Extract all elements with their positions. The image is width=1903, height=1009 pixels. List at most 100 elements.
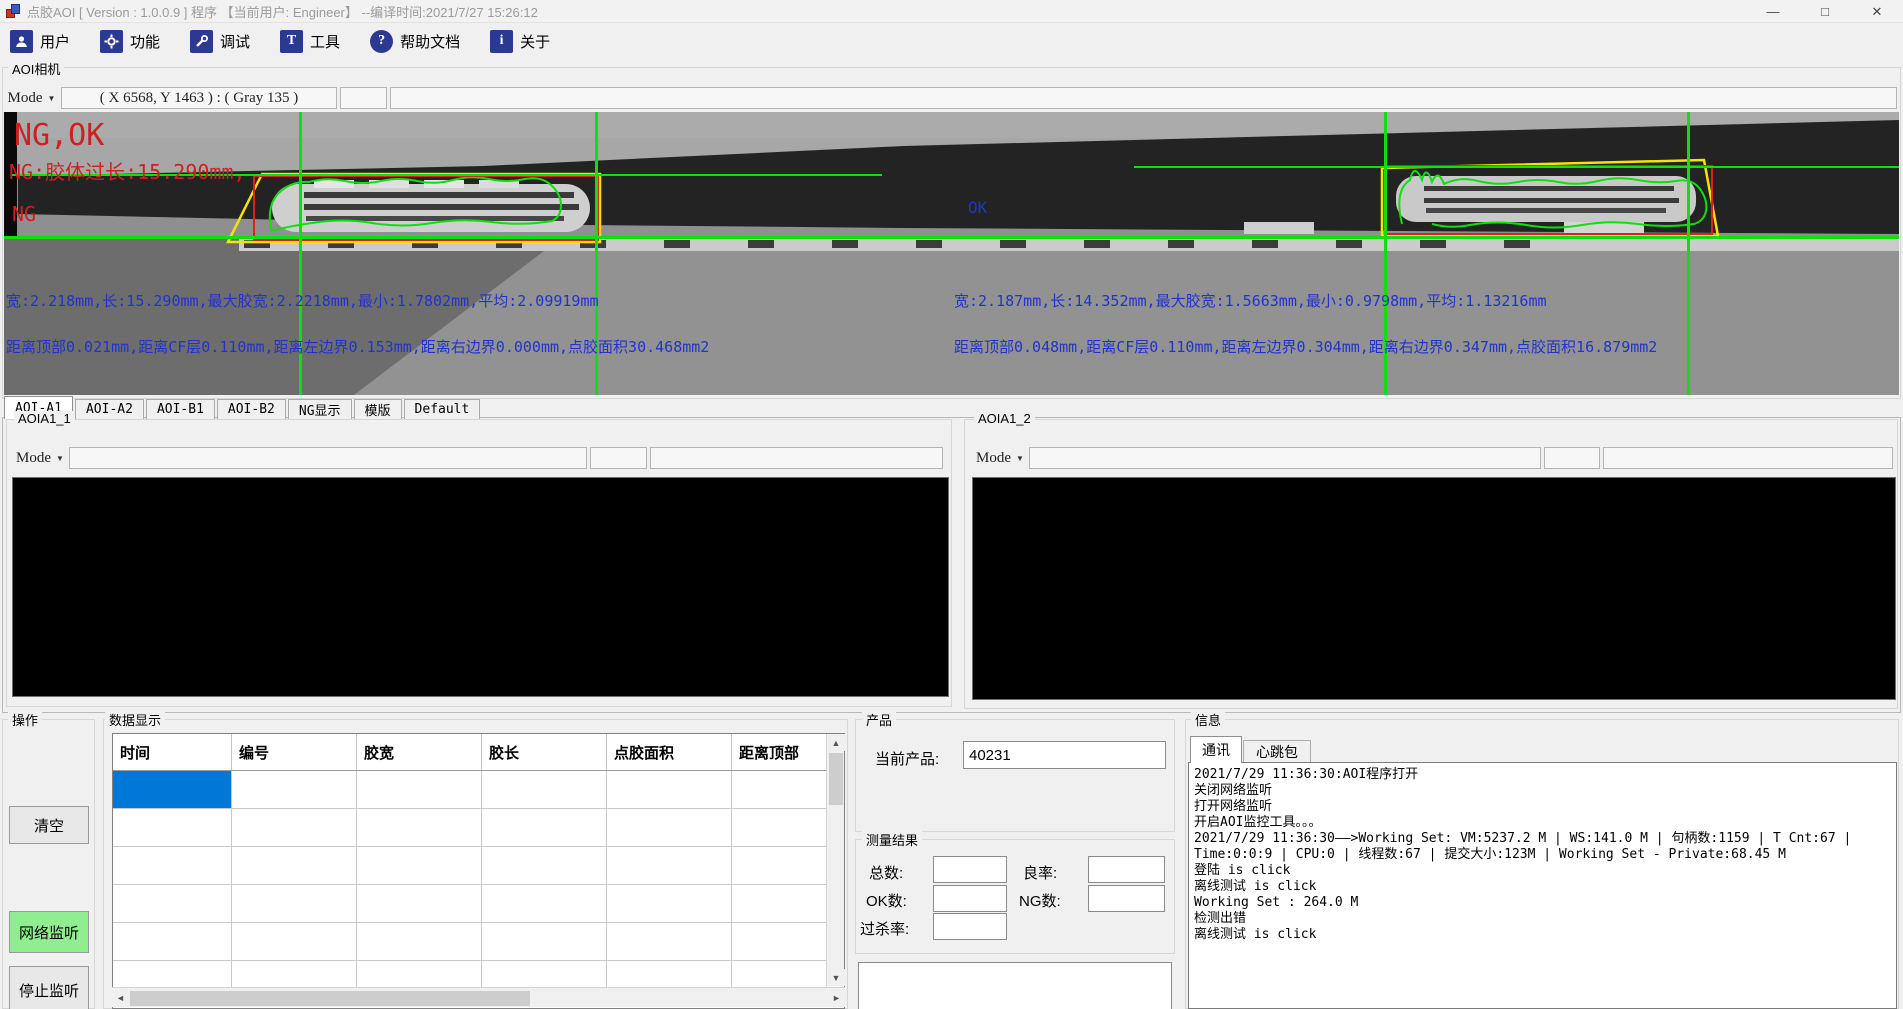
toolbar-about-button[interactable]: i 关于 [490,30,550,53]
scroll-right-icon[interactable]: ► [828,989,845,1007]
table-vertical-scrollbar[interactable]: ▲ ▼ [826,734,844,986]
scrollbar-thumb[interactable] [130,991,530,1006]
table-row[interactable] [113,771,844,809]
chevron-down-icon: ▼ [1016,454,1024,463]
table-row[interactable] [113,923,844,961]
data-group-label: 数据显示 [105,710,165,729]
ok-count-label: OK数: [866,890,907,911]
log-line: 2021/7/29 11:36:30——>Working Set: VM:523… [1194,831,1891,847]
scroll-left-icon[interactable]: ◄ [112,989,129,1007]
camera-mode-dropdown[interactable]: Mode ▼ [5,87,58,109]
title-bar: 点胶AOI [ Version : 1.0.0.9 ] 程序 【当前用户: En… [0,0,1903,23]
toolbar-function-button[interactable]: 功能 [100,30,160,53]
toolbar-function-label: 功能 [130,31,160,52]
panel2-field-2 [1544,447,1600,469]
col-glue-width[interactable]: 胶宽 [357,734,482,770]
tab-template[interactable]: 模版 [354,399,402,419]
panel1-mode-label: Mode [16,450,51,467]
toolbar-help-button[interactable]: ? 帮助文档 [370,30,460,53]
toolbar-user-label: 用户 [40,31,70,52]
selected-cell[interactable] [113,771,232,808]
panel2-image-view[interactable] [972,477,1896,700]
yield-field [1088,856,1165,883]
camera-ng-flag-text: NG [12,202,36,226]
results-group-label: 测量结果 [862,830,922,849]
scrollbar-thumb[interactable] [829,753,843,805]
col-time[interactable]: 时间 [113,734,232,770]
panel2-group-label: AOIA1_2 [974,411,1035,426]
camera-status-text: NG,OK [14,118,104,153]
log-line: Time:0:0:9 | CPU:0 | 线程数:67 | 提交大小:123M … [1194,847,1891,863]
network-listen-button[interactable]: 网络监听 [9,911,89,953]
table-row[interactable] [113,809,844,847]
window-title: 点胶AOI [ Version : 1.0.0.9 ] 程序 【当前用户: En… [27,2,538,21]
measure-right-line1: 宽:2.187mm,长:14.352mm,最大胶宽:1.5663mm,最小:0.… [954,290,1547,311]
product-extra-box [858,962,1172,1009]
total-field [933,856,1007,883]
tab-aoi-b2[interactable]: AOI-B2 [217,399,286,419]
scroll-up-icon[interactable]: ▲ [827,734,845,751]
clear-button[interactable]: 清空 [9,806,89,844]
log-line: 登陆 is click [1194,863,1891,879]
log-line: 离线测试 is click [1194,879,1891,895]
col-top-distance[interactable]: 距离顶部 [732,734,828,770]
yield-label: 良率: [1023,862,1057,883]
current-product-field[interactable]: 40231 [963,741,1166,769]
toolbar-about-label: 关于 [520,31,550,52]
log-line: 打开网络监听 [1194,799,1891,815]
close-button[interactable]: ✕ [1851,0,1903,23]
overkill-label: 过杀率: [860,918,909,939]
ok-count-field [933,885,1007,912]
col-glue-length[interactable]: 胶长 [482,734,607,770]
info-group-label: 信息 [1191,710,1225,729]
camera-image[interactable]: NG,OK NG:胶体过长:15.290mm, NG OK 宽:2.218mm,… [4,112,1899,395]
panel1-image-view[interactable] [12,477,949,697]
log-line: 离线测试 is click [1194,927,1891,943]
camera-info-field-2 [390,87,1897,109]
col-glue-area[interactable]: 点胶面积 [607,734,732,770]
measure-left-line2: 距离顶部0.021mm,距离CF层0.110mm,距离左边界0.153mm,距离… [6,336,709,357]
table-row[interactable] [113,847,844,885]
product-group-box [855,719,1175,832]
tab-heartbeat[interactable]: 心跳包 [1243,740,1311,763]
wrench-icon [190,30,213,53]
measure-left-line1: 宽:2.218mm,长:15.290mm,最大胶宽:2.2218mm,最小:1.… [6,290,599,311]
current-product-label: 当前产品: [875,748,939,769]
toolbar-user-button[interactable]: 用户 [10,30,70,53]
log-line: 检测出错 [1194,911,1891,927]
table-row[interactable] [113,885,844,923]
minimize-button[interactable]: — [1747,0,1799,23]
total-label: 总数: [869,862,903,883]
table-horizontal-scrollbar[interactable]: ◄ ► [112,987,845,1007]
maximize-button[interactable]: □ [1799,0,1851,23]
measure-right-line2: 距离顶部0.048mm,距离CF层0.110mm,距离左边界0.304mm,距离… [954,336,1657,357]
stop-listen-button[interactable]: 停止监听 [9,966,89,1009]
panel2-mode-dropdown[interactable]: Mode ▼ [974,447,1026,469]
tab-comms[interactable]: 通讯 [1190,736,1242,763]
col-id[interactable]: 编号 [232,734,357,770]
app-icon [5,3,21,19]
panel1-group-label: AOIA1_1 [14,411,75,426]
camera-ng-reason-text: NG:胶体过长:15.290mm, [9,156,246,185]
scroll-down-icon[interactable]: ▼ [827,969,845,986]
data-table: 时间 编号 胶宽 胶长 点胶面积 距离顶部 [112,733,845,1009]
panel2-mode-label: Mode [976,450,1011,467]
log-line: 开启AOI监控工具。。。 [1194,815,1891,831]
panel1-field-1 [69,447,587,469]
panel1-mode-dropdown[interactable]: Mode ▼ [14,447,66,469]
toolbar-tools-button[interactable]: T 工具 [280,30,340,53]
tool-t-icon: T [280,30,303,53]
camera-coords-readout: ( X 6568, Y 1463 ) : ( Gray 135 ) [61,87,337,109]
tab-default[interactable]: Default [404,399,481,419]
log-line: Working Set : 264.0 M [1194,895,1891,911]
panel2-field-3 [1603,447,1893,469]
comms-log[interactable]: 2021/7/29 11:36:30:AOI程序打开 关闭网络监听 打开网络监听… [1188,762,1897,1009]
ng-count-label: NG数: [1019,890,1061,911]
panel1-field-2 [590,447,647,469]
tab-ng-display[interactable]: NG显示 [288,399,352,419]
aoi-tab-strip: AOI-A1 AOI-A2 AOI-B1 AOI-B2 NG显示 模版 Defa… [4,396,482,419]
tab-aoi-b1[interactable]: AOI-B1 [146,399,215,419]
about-icon: i [490,30,513,53]
toolbar-debug-button[interactable]: 调试 [190,30,250,53]
tab-aoi-a2[interactable]: AOI-A2 [75,399,144,419]
